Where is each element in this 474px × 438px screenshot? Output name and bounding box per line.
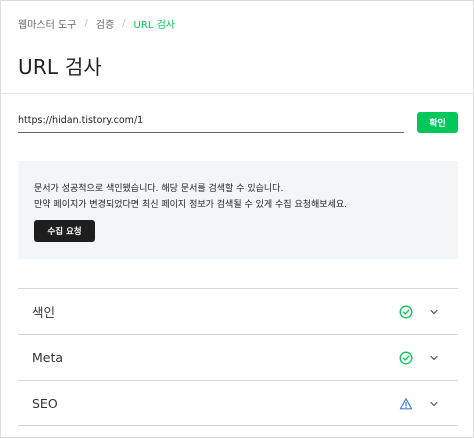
section-label: 색인 xyxy=(32,305,56,320)
breadcrumb-item-webmaster-tools[interactable]: 웹마스터 도구 xyxy=(18,16,76,31)
notice-line-request-hint: 만약 페이지가 변경되었다면 최신 페이지 정보가 검색될 수 있게 수집 요청… xyxy=(34,200,347,210)
chevron-down-icon[interactable] xyxy=(429,308,439,316)
section-row-index[interactable]: 색인 xyxy=(18,288,458,334)
chevron-down-icon[interactable] xyxy=(429,354,439,362)
section-row-seo[interactable]: SEO xyxy=(18,380,458,426)
inspection-sections: 색인 Meta SEO xyxy=(18,288,458,426)
confirm-button[interactable]: 확인 xyxy=(417,112,458,133)
breadcrumb-item-verification[interactable]: 검증 xyxy=(96,16,114,31)
check-circle-icon xyxy=(399,351,413,365)
check-circle-icon xyxy=(399,305,413,319)
breadcrumb-item-current: URL 검사 xyxy=(133,19,175,31)
section-label: SEO xyxy=(32,395,58,411)
warning-triangle-icon xyxy=(399,398,413,410)
url-input[interactable] xyxy=(18,111,404,133)
section-label: Meta xyxy=(32,350,64,365)
page-title: URL 검사 xyxy=(18,55,103,79)
breadcrumb-separator: / xyxy=(122,17,126,29)
notice-line-indexed: 문서가 성공적으로 색인됐습니다. 해당 문서를 검색할 수 있습니다. xyxy=(34,184,284,194)
url-inspection-panel: 웹마스터 도구 / 검증 / URL 검사 URL 검사 확인 문서가 성공적으… xyxy=(0,0,474,438)
breadcrumb: 웹마스터 도구 / 검증 / URL 검사 xyxy=(18,15,175,31)
collect-request-button[interactable]: 수집 요청 xyxy=(34,220,95,242)
index-status-notice: 문서가 성공적으로 색인됐습니다. 해당 문서를 검색할 수 있습니다. 만약 … xyxy=(18,161,458,259)
breadcrumb-separator: / xyxy=(84,17,88,29)
chevron-down-icon[interactable] xyxy=(429,400,439,408)
section-row-meta[interactable]: Meta xyxy=(18,334,458,380)
title-divider xyxy=(1,93,473,94)
